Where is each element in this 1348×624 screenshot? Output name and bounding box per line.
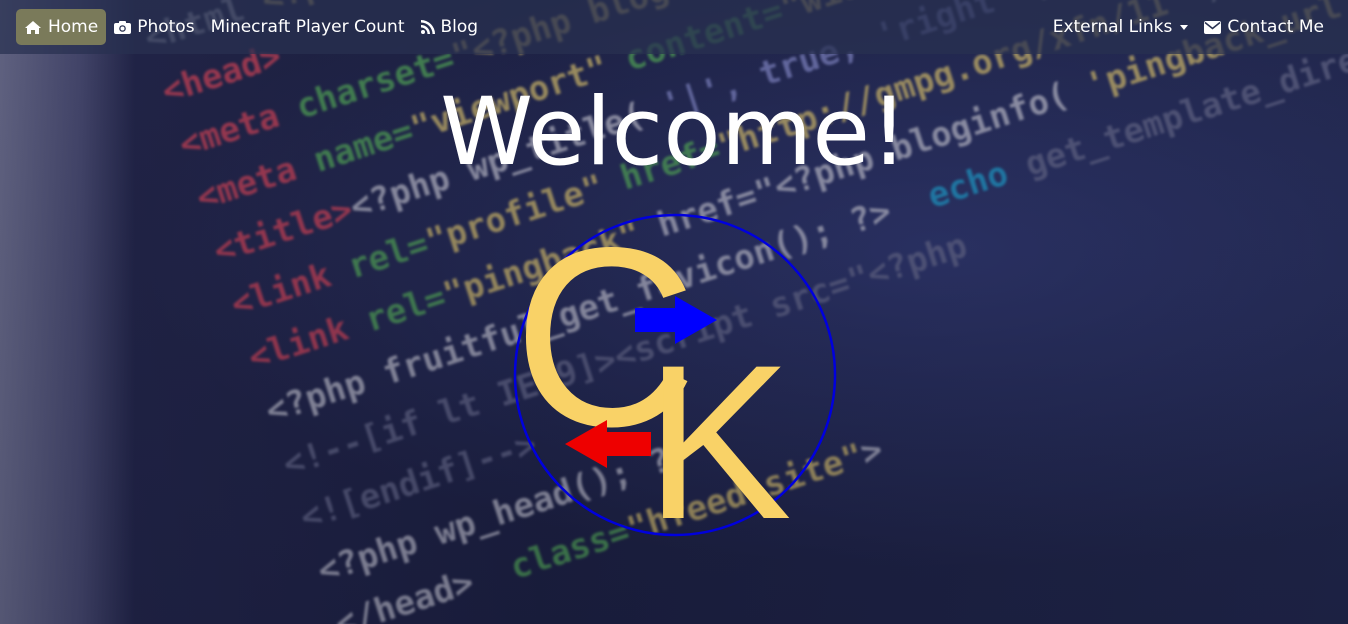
nav-minecraft-label: Minecraft Player Count: [210, 17, 405, 37]
nav-right-group: External Links Contact Me: [1045, 9, 1332, 45]
caret-down-icon: [1180, 24, 1189, 30]
ck-logo: C K: [513, 200, 837, 550]
nav-photos-label: Photos: [137, 17, 195, 37]
camera-icon: [114, 20, 132, 34]
nav-home-link[interactable]: Home: [16, 9, 107, 45]
envelope-icon: [1204, 20, 1222, 34]
nav-contact-link[interactable]: Contact Me: [1196, 9, 1332, 45]
rss-icon: [420, 20, 435, 34]
nav-minecraft-link[interactable]: Minecraft Player Count: [203, 9, 413, 45]
top-navbar: Home Photos Minecraft Player Count Blog …: [0, 0, 1348, 54]
logo-letter-k: K: [645, 319, 792, 550]
nav-contact-label: Contact Me: [1227, 17, 1324, 37]
home-icon: [24, 20, 42, 35]
welcome-heading: Welcome!: [440, 78, 908, 187]
nav-home-label: Home: [48, 17, 99, 37]
nav-photos-link[interactable]: Photos: [106, 9, 202, 45]
nav-external-label: External Links: [1052, 17, 1173, 37]
nav-left-group: Home Photos Minecraft Player Count Blog: [16, 9, 486, 45]
nav-external-links-dropdown[interactable]: External Links: [1045, 9, 1197, 45]
nav-blog-link[interactable]: Blog: [413, 9, 487, 45]
nav-blog-label: Blog: [440, 17, 479, 37]
